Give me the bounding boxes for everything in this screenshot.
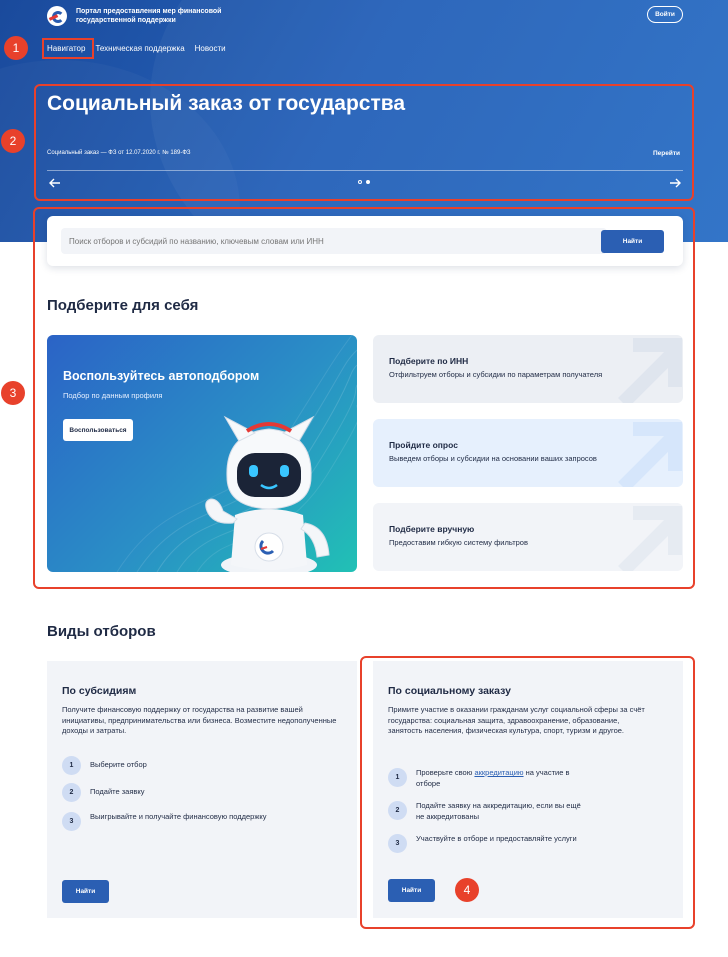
step-text: Подайте заявку — [90, 787, 145, 796]
pick-survey-subtitle: Выведем отборы и субсидии на основании в… — [389, 454, 597, 463]
subsidies-title: По субсидиям — [62, 685, 137, 697]
marker-badge-3: 3 — [1, 381, 25, 405]
highlight-box-1 — [42, 38, 94, 59]
arrow-up-right-icon — [618, 422, 682, 487]
types-section-title: Виды отборов — [47, 623, 156, 640]
step-text: Выигрывайте и получайте финансовую подде… — [90, 812, 267, 821]
nav-item-news[interactable]: Новости — [195, 44, 226, 53]
pick-survey-title: Пройдите опрос — [389, 440, 458, 450]
subsidies-step-1: 1 Выберите отбор — [62, 756, 147, 775]
pick-section-title: Подберите для себя — [47, 297, 199, 314]
autopick-subtitle: Подбор по данным профиля — [63, 391, 163, 400]
marker-badge-4: 4 — [455, 878, 479, 902]
subsidies-card: По субсидиям Получите финансовую поддерж… — [47, 661, 357, 918]
autopick-title: Воспользуйтесь автоподбором — [63, 369, 260, 383]
nav-item-support[interactable]: Техническая поддержка — [95, 44, 184, 53]
marker-badge-2: 2 — [1, 129, 25, 153]
step-text: Выберите отбор — [90, 760, 147, 769]
step-number: 1 — [62, 756, 81, 775]
portal-name[interactable]: Портал предоставления мер финансовой гос… — [76, 7, 236, 25]
subsidies-find-button[interactable]: Найти — [62, 880, 109, 903]
pick-manual-subtitle: Предоставим гибкую систему фильтров — [389, 538, 528, 547]
autopick-button[interactable]: Воспользоваться — [63, 419, 133, 441]
subsidies-step-2: 2 Подайте заявку — [62, 783, 145, 802]
pick-by-inn-card[interactable]: Подберите по ИНН Отфильтруем отборы и су… — [373, 335, 683, 403]
robot-mascot-icon — [205, 415, 330, 572]
autopick-card[interactable]: Воспользуйтесь автоподбором Подбор по да… — [47, 335, 357, 572]
pick-by-inn-title: Подберите по ИНН — [389, 356, 469, 366]
login-button[interactable]: Войти — [647, 6, 683, 23]
highlight-box-2 — [34, 84, 694, 201]
subsidies-description: Получите финансовую поддержку от государ… — [62, 705, 337, 735]
arrow-up-right-icon — [618, 338, 682, 403]
arrow-up-right-icon — [618, 506, 682, 571]
portal-logo-icon[interactable] — [47, 6, 67, 26]
step-number: 2 — [62, 783, 81, 802]
subsidies-step-3: 3 Выигрывайте и получайте финансовую под… — [62, 812, 270, 831]
pick-manual-card[interactable]: Подберите вручную Предоставим гибкую сис… — [373, 503, 683, 571]
pick-survey-card[interactable]: Пройдите опрос Выведем отборы и субсидии… — [373, 419, 683, 487]
pick-by-inn-subtitle: Отфильтруем отборы и субсидии по парамет… — [389, 370, 603, 379]
pick-manual-title: Подберите вручную — [389, 524, 475, 534]
step-number: 3 — [62, 812, 81, 831]
marker-badge-1: 1 — [4, 36, 28, 60]
highlight-box-4 — [360, 656, 695, 929]
